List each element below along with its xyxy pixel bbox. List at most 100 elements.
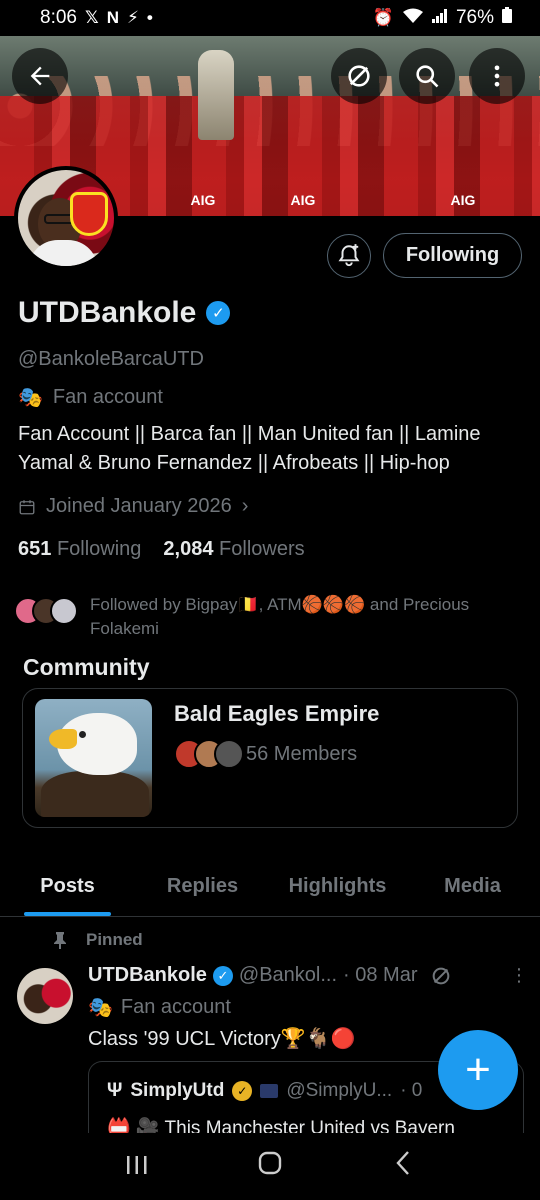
theater-masks-icon: 🎭 — [88, 997, 113, 1019]
avatar — [50, 597, 78, 625]
compose-post-button[interactable]: + — [438, 1030, 518, 1110]
category-label: Fan account — [52, 386, 163, 408]
pinned-indicator: Pinned — [52, 930, 143, 950]
community-card[interactable]: Bald Eagles Empire 56 Members — [22, 688, 518, 828]
back-nav-button[interactable] — [373, 1150, 433, 1183]
following-button[interactable]: Following — [383, 233, 522, 278]
signal-icon — [431, 8, 448, 28]
quoted-post-header: Ψ SimplyUtd ✓ @SimplyU... · 0 — [107, 1080, 422, 1102]
trophy-image — [198, 50, 234, 140]
system-navigation-bar — [0, 1133, 540, 1200]
search-button[interactable] — [399, 48, 455, 104]
grok-icon — [348, 65, 370, 87]
post-date: · 08 Mar — [343, 964, 418, 986]
community-name: Bald Eagles Empire — [174, 701, 380, 726]
chevron-left-icon — [396, 1151, 410, 1175]
tab-media[interactable]: Media — [405, 856, 540, 916]
home-icon — [258, 1151, 282, 1175]
alarm-icon: ⏰ — [372, 8, 394, 27]
profile-category: 🎭 Fan account — [18, 385, 163, 410]
post-author-name[interactable]: UTDBankole — [88, 964, 207, 987]
sponsor-logo: AIG — [190, 192, 216, 208]
profile-tabs: Posts Replies Highlights Media — [0, 856, 540, 917]
battery-icon — [502, 7, 512, 29]
more-vertical-icon — [494, 65, 500, 87]
member-count: 56 Members — [246, 742, 358, 765]
notifications-button[interactable] — [327, 234, 371, 278]
recent-apps-icon — [126, 1155, 147, 1174]
post-header: UTDBankole ✓ @Bankol... · 08 Mar ⋮ — [88, 964, 528, 987]
tab-posts[interactable]: Posts — [0, 856, 135, 916]
post-category-label: Fan account — [120, 996, 231, 1018]
profile-avatar[interactable] — [14, 166, 118, 270]
clock: 8:06 — [40, 7, 77, 28]
back-button[interactable] — [12, 48, 68, 104]
followers-label: Followers — [219, 538, 305, 560]
notification-dot-icon: • — [146, 8, 153, 27]
username-handle: @BankoleBarcaUTD — [18, 348, 204, 370]
following-count: 651 — [18, 538, 52, 560]
followers-count: 2,084 — [163, 538, 214, 560]
post-author-handle: @Bankol... — [238, 964, 338, 986]
eagle-body — [41, 771, 149, 817]
grok-icon[interactable] — [430, 965, 452, 987]
status-bar: 8:06 𝕏 N ⚡ • ⏰ 76% — [0, 0, 540, 36]
community-section-title: Community — [23, 654, 150, 680]
avatar — [214, 739, 244, 769]
post-text: Class '99 UCL Victory🏆🐐🔴 — [88, 1028, 356, 1050]
display-name: UTDBankole — [18, 296, 197, 329]
followed-by-row[interactable]: Followed by Bigpay🇧🇪, ATM🏀🏀🏀 and Preciou… — [14, 593, 510, 641]
pin-icon — [54, 932, 66, 949]
pinned-label: Pinned — [86, 930, 143, 949]
post-author-avatar[interactable] — [17, 968, 73, 1024]
bell-plus-icon — [338, 244, 360, 267]
grok-button[interactable] — [331, 48, 387, 104]
sponsor-logo: AIG — [290, 192, 316, 208]
recent-apps-button[interactable] — [107, 1151, 167, 1183]
community-image — [35, 699, 152, 817]
follower-avatars — [14, 597, 78, 641]
eagle-beak — [49, 729, 77, 749]
sponsor-logo: AIG — [450, 192, 476, 208]
post-author-category: 🎭 Fan account — [88, 995, 231, 1020]
back-arrow-icon — [30, 66, 50, 86]
more-options-button[interactable] — [469, 48, 525, 104]
magic-wand-icon: ⚡ — [126, 8, 139, 27]
verified-badge-icon: ✓ — [212, 965, 233, 986]
battery-level: 76% — [455, 7, 494, 28]
chevron-right-icon: › — [241, 495, 249, 517]
post-more-icon[interactable]: ⋮ — [510, 965, 528, 986]
tab-highlights[interactable]: Highlights — [270, 856, 405, 916]
trident-icon: Ψ — [107, 1080, 123, 1101]
joined-date-row[interactable]: Joined January 2026 › — [18, 495, 248, 518]
home-button[interactable] — [240, 1150, 300, 1183]
search-icon — [416, 65, 439, 88]
theater-masks-icon: 🎭 — [18, 387, 43, 409]
community-members: 56 Members — [174, 739, 357, 769]
quoted-post-text: 📛 🎥 This Manchester United vs Bayern — [107, 1118, 455, 1133]
gold-verified-badge-icon: ✓ — [232, 1081, 253, 1101]
wifi-icon — [402, 8, 424, 29]
followers-stat[interactable]: 2,084 Followers — [163, 538, 304, 561]
affiliate-badge-icon — [260, 1084, 279, 1098]
joined-date: Joined January 2026 — [46, 495, 232, 517]
profile-bio: Fan Account || Barca fan || Man United f… — [18, 423, 481, 474]
quoted-author-handle: @SimplyU... — [286, 1080, 393, 1101]
following-stat[interactable]: 651 Following — [18, 538, 141, 561]
club-crest-icon — [70, 192, 108, 236]
follow-stats: 651 Following 2,084 Followers — [18, 538, 305, 561]
calendar-icon — [19, 499, 35, 514]
quoted-author-name: SimplyUtd — [130, 1080, 225, 1101]
netflix-icon: N — [106, 8, 119, 27]
followed-by-text: Followed by Bigpay🇧🇪, ATM🏀🏀🏀 and Preciou… — [90, 595, 470, 638]
avatar-shirt — [28, 240, 98, 266]
verified-badge-icon: ✓ — [206, 301, 231, 325]
member-avatars — [174, 739, 244, 769]
x-app-icon: 𝕏 — [84, 8, 99, 27]
plus-icon: + — [465, 1045, 491, 1094]
profile-name-row: UTDBankole ✓ — [18, 296, 231, 330]
following-label: Following — [56, 538, 142, 560]
eagle-eye — [79, 731, 86, 738]
tab-replies[interactable]: Replies — [135, 856, 270, 916]
quoted-date: · 0 — [400, 1080, 423, 1101]
